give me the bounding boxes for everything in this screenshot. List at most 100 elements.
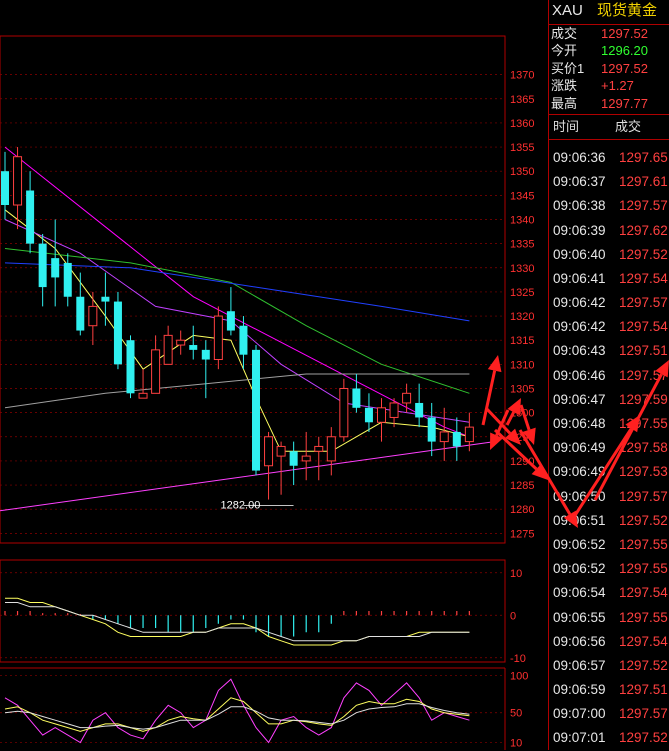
price-tick-label: 1295 [510, 432, 534, 444]
stoch-tick-label: 50 [510, 708, 522, 720]
price-tick-label: 1360 [510, 118, 534, 130]
price-tick-label: 1325 [510, 287, 534, 299]
tick-row: 09:06:49 1297.58 [549, 436, 669, 460]
candle-body [452, 431, 461, 447]
candle-body [201, 349, 210, 360]
macd-panel-frame [0, 559, 506, 663]
macd-tick-label: 10 [510, 568, 522, 580]
tick-row: 09:06:51 1297.52 [549, 509, 669, 533]
tick-time: 09:06:49 [553, 440, 606, 456]
tick-row: 09:06:39 1297.62 [549, 219, 669, 243]
price-tick-label: 1300 [510, 408, 534, 420]
candle-body [13, 156, 23, 206]
price-tick-label: 1335 [510, 239, 534, 251]
candle-body [101, 296, 110, 302]
candle-body [289, 451, 298, 466]
quote-row: 买价1 1297.52 [549, 60, 669, 77]
tick-time: 09:06:42 [553, 319, 606, 335]
candle-body [138, 392, 148, 399]
price-tick-label: 1370 [510, 70, 534, 82]
moving-average-line [4, 248, 470, 394]
price-tick-label: 1315 [510, 335, 534, 347]
tick-time: 09:06:38 [553, 198, 606, 214]
moving-average-line [4, 146, 470, 438]
candle-body [464, 426, 474, 443]
tick-time: 09:06:59 [553, 682, 606, 698]
price-tick-label: 1345 [510, 190, 534, 202]
instrument-name: 现货黄金 [597, 2, 658, 19]
tick-price: 1297.57 [619, 295, 668, 311]
quote-value: 1296.20 [601, 43, 648, 59]
candle-body [88, 305, 98, 327]
price-tick-label: 1365 [510, 94, 534, 106]
tick-price: 1297.54 [619, 319, 668, 335]
tick-time: 09:07:01 [553, 730, 606, 746]
moving-average-line [4, 209, 470, 452]
macd-line [5, 597, 470, 646]
candle-body [352, 388, 361, 408]
candle-body [276, 445, 286, 457]
stoch-line [4, 678, 470, 744]
candle-body [113, 301, 122, 365]
candle-body [427, 417, 436, 442]
quote-label: 成交 [551, 26, 578, 41]
tick-time: 09:06:50 [553, 488, 606, 504]
tick-row: 09:06:41 1297.54 [549, 267, 669, 291]
tick-list[interactable]: 09:06:36 1297.65 09:06:37 1297.61 09:06:38 12… [549, 146, 669, 751]
tick-price: 1297.61 [619, 174, 668, 190]
tick-time: 09:07:00 [553, 706, 606, 722]
tick-price: 1297.51 [619, 682, 668, 698]
candlestick-chart: 1370 1365 1360 1355 1350 1345 1340 1335 1330 1325… [0, 35, 534, 750]
tick-row: 09:06:38 1297.57 [549, 194, 669, 218]
tick-time: 09:06:52 [553, 536, 606, 552]
ticks-time-header: 时间 [553, 118, 580, 134]
tick-time: 09:06:40 [553, 246, 606, 262]
quote-table: 成交 1297.52 今开 1296.20 买价1 1297.52 涨跌 +1.27 最… [549, 25, 669, 112]
price-tick-label: 1310 [510, 359, 534, 371]
candle-body [213, 315, 223, 361]
tick-time: 09:06:42 [553, 295, 606, 311]
quote-row: 成交 1297.52 [549, 25, 669, 42]
candle-body [176, 339, 186, 346]
tick-time: 09:06:55 [553, 609, 606, 625]
stoch-panel: 100 50 10 [0, 667, 528, 750]
price-tick-label: 1330 [510, 263, 534, 275]
price-tick-label: 1340 [510, 214, 534, 226]
tick-row: 09:07:00 1297.57 [549, 702, 669, 726]
candle-body [339, 387, 349, 438]
candle-body [63, 262, 72, 297]
tick-row: 09:06:50 1297.57 [549, 485, 669, 509]
tick-time: 09:06:47 [553, 391, 606, 407]
tick-price: 1297.59 [619, 391, 668, 407]
candle-body [51, 258, 60, 278]
macd-tick-label: 0 [510, 610, 516, 622]
candle-body [389, 402, 399, 418]
candle-body [439, 431, 449, 443]
price-tick-label: 1355 [510, 142, 534, 154]
stoch-tick-label: 100 [510, 670, 528, 682]
quote-value: 1297.52 [601, 26, 648, 41]
tick-time: 09:06:51 [553, 512, 606, 528]
price-tick-label: 1275 [510, 528, 534, 540]
price-tick-label: 1305 [510, 383, 534, 395]
tick-row: 09:06:47 1297.59 [549, 388, 669, 412]
candle-body [402, 392, 412, 404]
quote-value: 1297.52 [601, 60, 648, 76]
tick-row: 09:06:57 1297.52 [549, 654, 669, 678]
tick-price: 1297.52 [619, 730, 668, 746]
price-tick-label: 1280 [510, 504, 534, 516]
tick-row: 09:06:59 1297.51 [549, 678, 669, 702]
quote-label: 涨跌 [551, 78, 578, 94]
price-tick-label: 1285 [510, 480, 534, 492]
quote-value: 1297.77 [601, 95, 648, 111]
ticks-header: 时间 成交 [549, 115, 669, 140]
price-tick-label: 1290 [510, 456, 534, 468]
candle-body [301, 455, 311, 462]
candle-body [326, 436, 336, 462]
low-annotation: 1282.00 [221, 500, 261, 512]
tick-row: 09:06:46 1297.57 [549, 364, 669, 388]
tick-row: 09:06:40 1297.52 [549, 243, 669, 267]
price-tick-label: 1320 [510, 311, 534, 323]
tick-row: 09:06:43 1297.51 [549, 339, 669, 363]
moving-average-line [4, 262, 470, 322]
